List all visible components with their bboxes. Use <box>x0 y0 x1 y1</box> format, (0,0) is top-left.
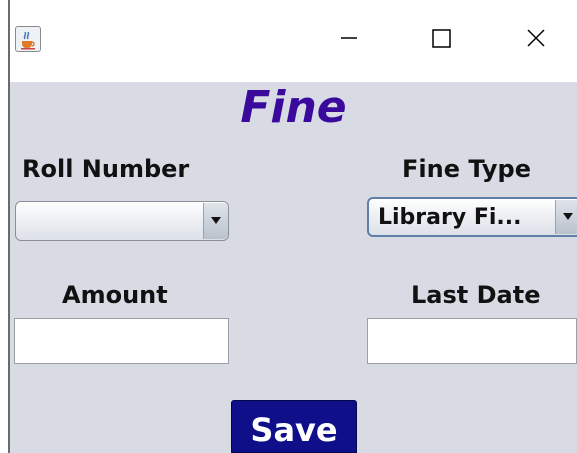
fine-type-label: Fine Type <box>402 155 531 183</box>
last-date-label: Last Date <box>411 281 541 309</box>
chevron-down-icon[interactable] <box>555 200 577 234</box>
java-cup-icon[interactable] <box>15 26 41 52</box>
fine-type-selected-value: Library Fi... <box>378 205 522 230</box>
amount-label: Amount <box>62 281 168 309</box>
form-title: Fine <box>240 82 347 133</box>
last-date-field[interactable] <box>367 318 577 364</box>
close-icon[interactable] <box>522 24 550 52</box>
amount-field[interactable] <box>14 318 229 364</box>
maximize-icon[interactable] <box>428 24 456 52</box>
title-bar[interactable] <box>10 0 577 82</box>
form-panel: Fine Roll Number Fine Type Library Fi...… <box>10 82 577 453</box>
chevron-down-icon[interactable] <box>203 203 228 239</box>
roll-number-combobox[interactable] <box>15 201 229 241</box>
roll-number-label: Roll Number <box>22 155 190 183</box>
save-button[interactable]: Save <box>231 400 357 453</box>
minimize-icon[interactable] <box>335 24 363 52</box>
fine-type-combobox[interactable]: Library Fi... <box>367 197 577 237</box>
